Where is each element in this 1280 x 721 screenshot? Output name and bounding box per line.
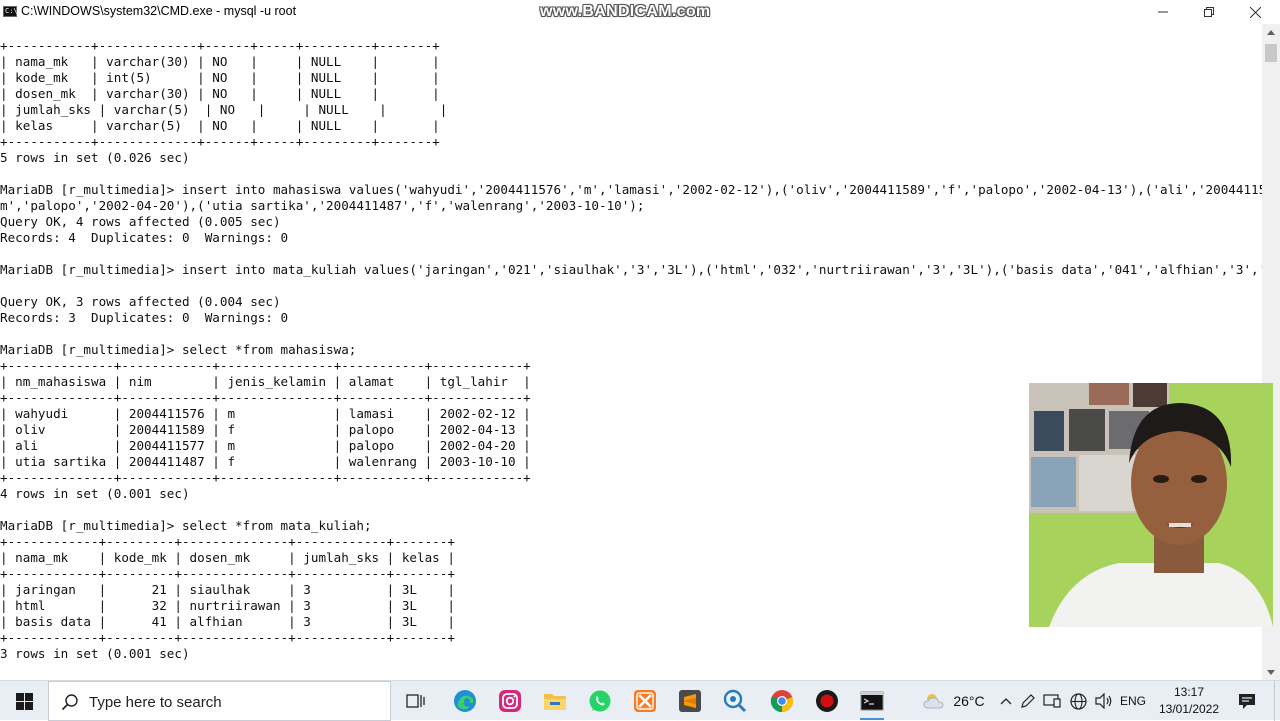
console-line: MariaDB [r_multimedia]> insert into mata… [0,262,1262,277]
close-icon [1249,6,1261,18]
sublime-icon [679,690,701,712]
chevron-up-icon [1267,29,1275,35]
console-line: +--------------+------------+-----------… [0,390,531,405]
taskbar: 26°C ENG 13:17 13/01/2022 [0,680,1280,721]
weather-cloud-icon [923,694,944,709]
console-line: | utia sartika | 2004411487 | f | walenr… [0,454,531,469]
console-line: | nm_mahasiswa | nim | jenis_kelamin | a… [0,374,531,389]
console-line: +-----------+-------------+------+-----+… [0,134,440,149]
console-line: | html | 32 | nurtriirawan | 3 | 3L | [0,598,455,613]
console-line: 3 rows in set (0.001 sec) [0,646,190,661]
console-line: | nama_mk | varchar(30) | NO | | NULL | … [0,54,440,69]
scroll-down-button[interactable] [1262,664,1280,680]
tray-volume[interactable] [1092,681,1116,721]
console-line: +------------+---------+--------------+-… [0,630,455,645]
language-indicator[interactable]: ENG [1118,681,1148,721]
bandicam-watermark: www.BANDICAM.com [540,3,711,20]
chevron-down-icon [1267,669,1275,675]
console-line: | wahyudi | 2004411576 | m | lamasi | 20… [0,406,531,421]
console-line: | jumlah_sks | varchar(5) | NO | | NULL … [0,102,448,117]
notification-center-button[interactable] [1232,681,1262,721]
windows-logo-icon [15,692,33,710]
task-view-button[interactable] [396,685,436,717]
clock-time: 13:17 [1173,685,1205,699]
pen-icon [1021,694,1035,708]
taskbar-app-chrome[interactable] [762,685,802,717]
show-desktop-button[interactable] [1274,681,1280,721]
window-title: C:\WINDOWS\system32\CMD.exe - mysql -u r… [21,4,297,18]
console-line: Records: 4 Duplicates: 0 Warnings: 0 [0,230,289,245]
maximize-button[interactable] [1186,0,1232,24]
folder-icon [544,694,566,710]
console-line: | ali | 2004411577 | m | palopo | 2002-0… [0,438,531,453]
console-line: Query OK, 3 rows affected (0.004 sec) [0,294,281,309]
device-icon [1043,694,1061,708]
webcam-overlay [1029,383,1273,627]
console-line: | jaringan | 21 | siaulhak | 3 | 3L | [0,582,455,597]
tray-network[interactable] [1066,681,1090,721]
taskbar-search-box[interactable] [48,681,391,721]
taskbar-app-edge[interactable] [445,685,485,717]
globe-icon [1069,692,1087,710]
search-icon [61,694,78,711]
console-line: 5 rows in set (0.026 sec) [0,150,190,165]
taskbar-app-search-tool[interactable] [715,685,755,717]
console-line: +------------+---------+--------------+-… [0,534,455,549]
console-line: m','palopo','2002-04-20'),('utia sartika… [0,198,645,213]
taskbar-app-bandicam[interactable] [807,685,847,717]
console-line: Records: 3 Duplicates: 0 Warnings: 0 [0,310,289,325]
system-clock[interactable]: 13:17 13/01/2022 [1150,684,1228,718]
taskbar-app-cmd[interactable] [852,685,892,720]
scroll-thumb[interactable] [1265,44,1277,62]
console-line: MariaDB [r_multimedia]> select *from mat… [0,518,372,533]
console-line: MariaDB [r_multimedia]> select *from mah… [0,342,357,357]
console-line: | kelas | varchar(5) | NO | | NULL | | [0,118,440,133]
taskbar-app-instagram[interactable] [490,685,530,717]
chevron-up-icon [1000,698,1012,705]
console-line: MariaDB [r_multimedia]> insert into maha… [0,182,1262,197]
console-line: +--------------+------------+-----------… [0,470,531,485]
console-line: | basis data | 41 | alfhian | 3 | 3L | [0,614,455,629]
console-line: Query OK, 4 rows affected (0.005 sec) [0,214,281,229]
speaker-icon [1095,693,1112,709]
scroll-up-button[interactable] [1262,24,1280,40]
webcam-person-image [1029,383,1273,627]
minimize-icon [1158,11,1168,13]
search-input[interactable] [87,690,381,714]
record-icon [816,690,838,712]
console-line: | dosen_mk | varchar(30) | NO | | NULL |… [0,86,440,101]
close-button[interactable] [1232,0,1278,24]
taskbar-app-xampp[interactable] [625,685,665,717]
whatsapp-icon [589,690,611,712]
start-button[interactable] [0,681,48,721]
console-line: +--------------+------------+-----------… [0,358,531,373]
task-view-icon [406,694,425,708]
minimize-button[interactable] [1140,0,1186,24]
xampp-icon [634,690,656,712]
tray-device[interactable] [1041,681,1063,721]
restore-icon [1204,7,1214,17]
edge-icon [454,690,476,712]
taskbar-app-sublime-text[interactable] [670,685,710,717]
magnifier-app-icon [723,689,747,713]
tray-ink-workspace[interactable] [1017,681,1039,721]
clock-date: 13/01/2022 [1158,702,1220,716]
show-hidden-icons-button[interactable] [996,681,1016,721]
console-line: | kode_mk | int(5) | NO | | NULL | | [0,70,440,85]
cmd-app-icon: C:\ [3,6,18,17]
taskbar-app-file-explorer[interactable] [535,685,575,717]
console-line: +------------+---------+--------------+-… [0,566,455,581]
weather-widget[interactable] [918,681,950,721]
taskbar-app-whatsapp[interactable] [580,685,620,717]
console-line: | nama_mk | kode_mk | dosen_mk | jumlah_… [0,550,455,565]
cmd-icon [860,691,884,711]
chrome-icon [770,690,794,713]
console-line: 4 rows in set (0.001 sec) [0,486,190,501]
console-line: +-----------+-------------+------+-----+… [0,38,440,53]
notification-icon [1239,693,1255,709]
window-title-bar[interactable]: C:\ C:\WINDOWS\system32\CMD.exe - mysql … [0,0,1280,24]
console-line: | oliv | 2004411589 | f | palopo | 2002-… [0,422,531,437]
instagram-icon [499,690,521,712]
weather-temperature[interactable]: 26°C [950,681,988,721]
